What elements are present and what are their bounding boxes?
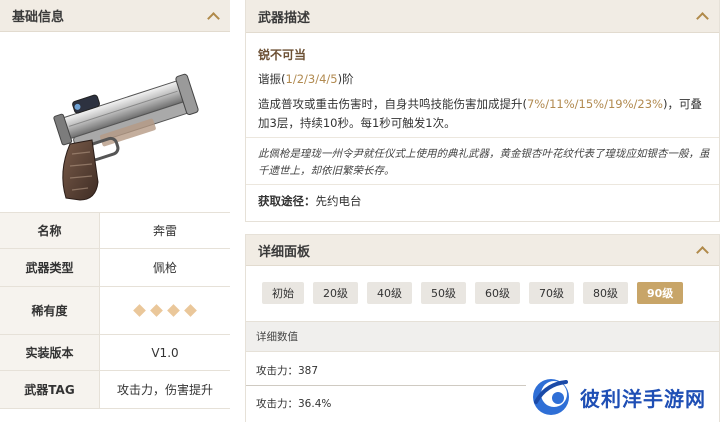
- info-row-version: 实装版本 V1.0: [0, 335, 230, 371]
- watermark-logo-icon: [533, 379, 569, 415]
- divider: [246, 385, 526, 386]
- pistol-icon: [53, 73, 199, 201]
- rarity-diamond-icon: [133, 304, 146, 317]
- harmony-suffix: )阶: [337, 72, 354, 86]
- level-button-initial[interactable]: 初始: [262, 282, 304, 304]
- source-line: 获取途径：先约电台: [258, 193, 362, 209]
- info-row-tag: 武器TAG 攻击力，伤害提升: [0, 371, 230, 409]
- info-row-type: 武器类型 佩枪: [0, 249, 230, 287]
- collapse-chevron-icon[interactable]: [695, 243, 709, 257]
- level-button-50[interactable]: 50级: [421, 282, 466, 304]
- source-value: 先约电台: [315, 194, 362, 208]
- info-value: 奔雷: [152, 224, 177, 238]
- description-title: 武器描述: [258, 10, 311, 26]
- description-header[interactable]: 武器描述: [246, 0, 719, 33]
- source-label: 获取途径：: [258, 194, 316, 208]
- stat-attack: 攻击力：387: [256, 365, 319, 377]
- watermark-text: 彼利洋手游网: [580, 386, 706, 411]
- divider: [246, 184, 719, 185]
- rarity-diamond-icon: [184, 304, 197, 317]
- info-key: 实装版本: [0, 335, 100, 370]
- level-button-90[interactable]: 90级: [637, 282, 684, 304]
- info-value: 攻击力，伤害提升: [116, 383, 213, 397]
- basic-info-header[interactable]: 基础信息: [0, 0, 230, 32]
- level-button-80[interactable]: 80级: [583, 282, 628, 304]
- rarity-diamond-icon: [167, 304, 180, 317]
- effect-values: 7%/11%/15%/19%/23%: [526, 97, 663, 111]
- description-subtitle: 锐不可当: [258, 48, 307, 62]
- rarity-diamond-icon: [150, 304, 163, 317]
- collapse-chevron-icon[interactable]: [206, 9, 220, 23]
- effect-prefix: 造成普攻或重击伤害时，自身共鸣技能伤害加成提升(: [258, 97, 527, 111]
- level-button-40[interactable]: 40级: [367, 282, 412, 304]
- weapon-image: [0, 32, 230, 212]
- info-row-rarity: 稀有度: [0, 287, 230, 335]
- harmony-line: 谐振(1/2/3/4/5)阶: [258, 71, 354, 87]
- level-button-20[interactable]: 20级: [313, 282, 358, 304]
- info-key: 稀有度: [0, 287, 100, 334]
- level-selector: 初始 20级 40级 50级 60级 70级 80级 90级: [262, 282, 684, 304]
- info-key: 武器类型: [0, 249, 100, 286]
- weapon-description-panel: 武器描述 锐不可当 谐振(1/2/3/4/5)阶 造成普攻或重击伤害时，自身共鸣…: [245, 0, 720, 222]
- basic-info-panel: 基础信息 名称 奔雷 武器类型 佩枪 稀有度 实装版本 V1.0 武器TAG 攻…: [0, 0, 230, 422]
- detail-table-header: 详细数值: [246, 321, 719, 352]
- collapse-chevron-icon[interactable]: [695, 9, 709, 23]
- info-row-name: 名称 奔雷: [0, 213, 230, 249]
- info-value: 佩枪: [152, 261, 177, 275]
- harmony-prefix: 谐振(: [258, 72, 286, 86]
- info-key: 武器TAG: [0, 371, 100, 408]
- level-button-70[interactable]: 70级: [529, 282, 574, 304]
- basic-info-table: 名称 奔雷 武器类型 佩枪 稀有度 实装版本 V1.0 武器TAG 攻击力，伤害…: [0, 212, 230, 409]
- divider: [246, 137, 719, 138]
- effect-text: 造成普攻或重击伤害时，自身共鸣技能伤害加成提升(7%/11%/15%/19%/2…: [258, 95, 713, 133]
- watermark: 彼利洋手游网: [528, 372, 720, 422]
- info-value: V1.0: [151, 345, 179, 360]
- detail-header[interactable]: 详细面板: [246, 235, 719, 266]
- flavor-text: 此佩枪是瑝珑一州令尹就任仪式上使用的典礼武器，黄金银杏叶花纹代表了瑝珑应如银杏一…: [258, 148, 710, 177]
- level-button-60[interactable]: 60级: [475, 282, 520, 304]
- info-key: 名称: [0, 213, 100, 248]
- detail-title: 详细面板: [258, 244, 311, 260]
- basic-info-title: 基础信息: [12, 10, 65, 25]
- rarity-stars: [100, 287, 230, 334]
- stat-attack-percent: 攻击力：36.4%: [256, 398, 332, 410]
- harmony-levels: 1/2/3/4/5: [285, 72, 338, 86]
